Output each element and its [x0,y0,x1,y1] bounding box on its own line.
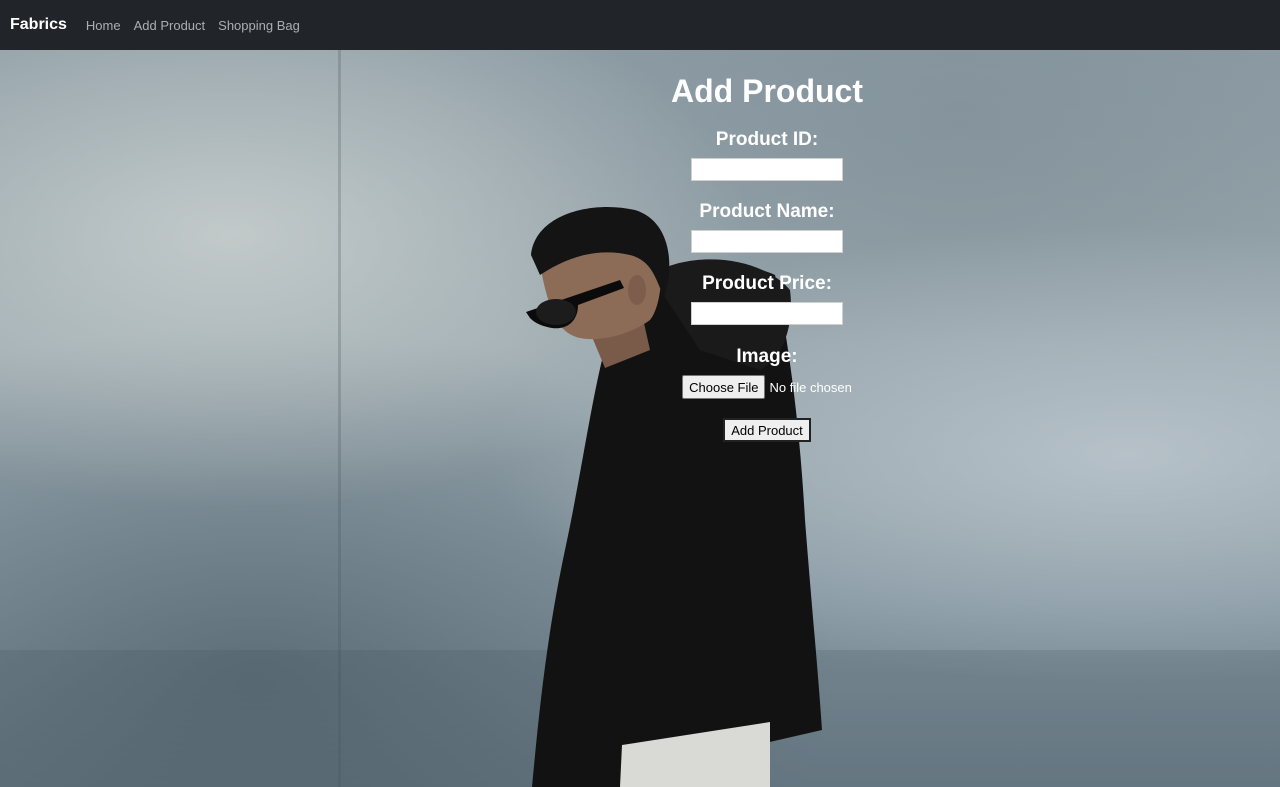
image-label: Image: [736,346,798,367]
page-title: Add Product [671,73,863,109]
top-navbar: Fabrics Home Add Product Shopping Bag [0,0,1280,50]
file-picker: Choose File No file chosen [617,375,917,399]
hero-background: Add Product Product ID: Product Name: Pr… [0,50,1280,787]
file-status-text: No file chosen [769,379,852,395]
product-id-input[interactable] [691,158,843,181]
add-product-form: Add Product Product ID: Product Name: Pr… [617,50,917,442]
brand-link[interactable]: Fabrics [10,16,67,34]
nav-link-shopping-bag[interactable]: Shopping Bag [218,18,300,33]
nav-link-add-product[interactable]: Add Product [134,18,206,33]
product-price-input[interactable] [691,302,843,325]
choose-file-button[interactable]: Choose File [682,375,766,399]
product-name-label: Product Name: [699,201,835,222]
product-id-label: Product ID: [715,129,819,150]
product-name-input[interactable] [691,230,843,253]
nav-link-home[interactable]: Home [86,18,121,33]
add-product-button[interactable]: Add Product [723,418,811,442]
product-price-label: Product Price: [702,273,832,294]
